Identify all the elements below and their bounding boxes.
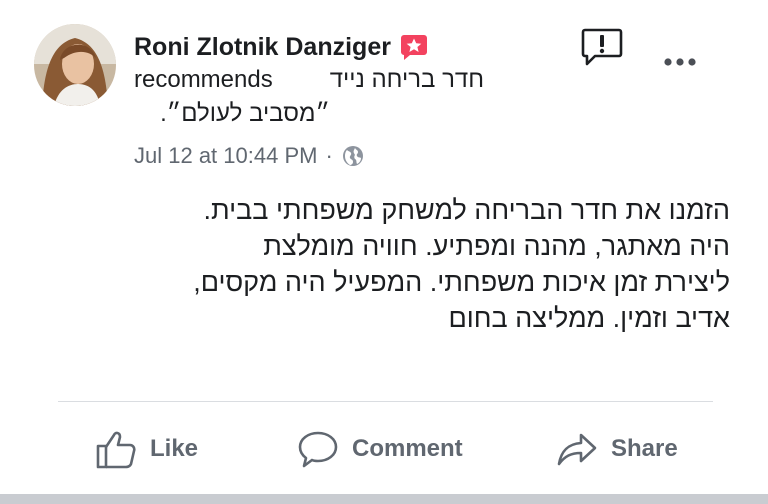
post-body-line: היה מאתגר, מהנה ומפתיע. חוויה מומלצת	[263, 231, 730, 261]
post-body-line: אדיב וזמין. ממליצה בחום	[448, 303, 730, 333]
meta-separator: ·	[325, 143, 333, 168]
avatar[interactable]	[34, 24, 116, 106]
recommendation-star-icon	[399, 32, 429, 62]
recommendation-line: recommends חדר בריחה נייד	[134, 66, 484, 96]
comment-icon	[298, 431, 338, 468]
post-header: Roni Zlotnik Danziger	[134, 30, 574, 64]
recommend-verb: recommends	[134, 66, 273, 93]
globe-icon[interactable]	[341, 144, 365, 168]
bottom-separator	[0, 494, 768, 504]
author-name[interactable]: Roni Zlotnik Danziger	[134, 33, 391, 62]
recommendation-post: Roni Zlotnik Danziger recommends חדר ברי…	[0, 0, 768, 504]
share-button[interactable]: Share	[555, 424, 678, 474]
thumbs-up-icon	[96, 431, 136, 469]
timestamp[interactable]: Jul 12 at 10:44 PM	[134, 143, 317, 169]
more-options-icon[interactable]	[660, 52, 700, 72]
comment-label: Comment	[352, 435, 463, 462]
avatar-photo	[34, 24, 116, 106]
like-label: Like	[150, 435, 199, 462]
recommended-page-name[interactable]: חדר בריחה נייד	[330, 66, 484, 94]
post-meta: Jul 12 at 10:44 PM ·	[134, 141, 365, 171]
post-body-line: הזמנו את חדר הבריחה למשחק משפחתי בבית.	[203, 195, 730, 225]
report-icon[interactable]	[580, 27, 624, 69]
share-label: Share	[611, 435, 678, 462]
like-button[interactable]: Like	[94, 424, 198, 474]
post-body: הזמנו את חדר הבריחה למשחק משפחתי בבית. ה…	[30, 192, 730, 336]
share-icon	[557, 433, 597, 466]
recommended-page-name-continued[interactable]: ״מסביב לעולם״.	[134, 100, 330, 128]
comment-button[interactable]: Comment	[296, 424, 463, 474]
divider	[58, 401, 713, 402]
post-body-line: ליצירת זמן איכות משפחתי. המפעיל היה מקסי…	[193, 267, 730, 297]
